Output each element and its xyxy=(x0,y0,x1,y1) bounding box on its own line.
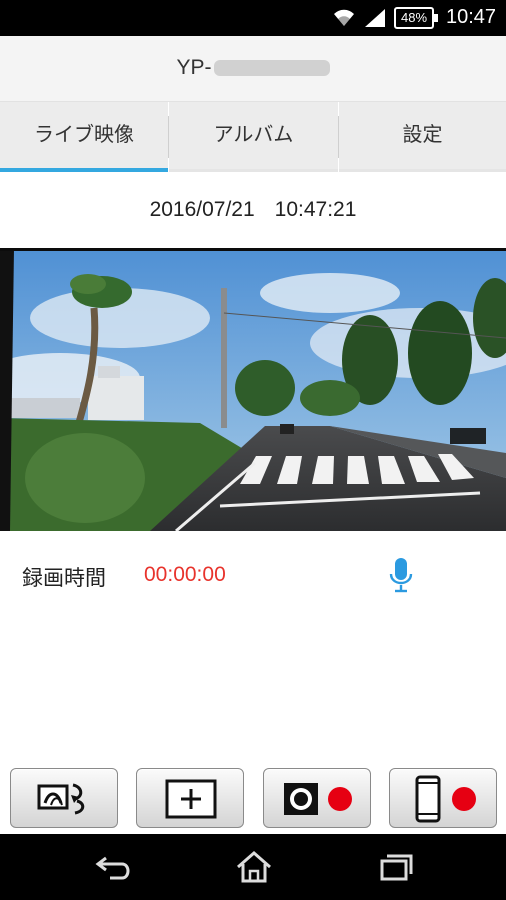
tab-live-video[interactable]: ライブ映像 xyxy=(0,102,168,172)
title-bar: YP- xyxy=(0,36,506,102)
camera-record-icon xyxy=(284,783,352,815)
camera-scene-image xyxy=(0,248,506,531)
wifi-icon xyxy=(334,9,354,27)
recent-apps-icon[interactable] xyxy=(376,850,416,884)
battery-level: 48% xyxy=(400,10,428,25)
switch-camera-button[interactable] xyxy=(10,768,118,828)
tab-settings[interactable]: 設定 xyxy=(338,102,506,172)
add-button[interactable] xyxy=(136,768,244,828)
back-icon[interactable] xyxy=(94,850,134,884)
current-time: 10:47:21 xyxy=(274,198,357,221)
status-bar: 48% 10:47 xyxy=(0,0,506,36)
device-prefix: YP- xyxy=(176,56,212,79)
battery-icon: 48% xyxy=(394,7,438,29)
recording-elapsed-time: 00:00:00 xyxy=(144,563,226,586)
tab-divider xyxy=(168,116,169,158)
microphone-icon[interactable] xyxy=(388,556,414,594)
add-icon xyxy=(165,779,217,819)
navigation-bar xyxy=(0,834,506,900)
tab-divider xyxy=(338,116,339,158)
live-video-feed[interactable] xyxy=(0,248,506,531)
camera-record-button[interactable] xyxy=(263,768,371,828)
signal-icon xyxy=(365,9,385,27)
tab-bar: ライブ映像 アルバム 設定 xyxy=(0,102,506,172)
status-clock: 10:47 xyxy=(446,6,497,28)
phone-record-button[interactable] xyxy=(389,768,497,828)
tab-album[interactable]: アルバム xyxy=(168,102,338,172)
phone-record-icon xyxy=(415,775,476,823)
current-date: 2016/07/21 xyxy=(149,198,255,221)
recording-time-label: 録画時間 xyxy=(22,566,106,590)
redacted-device-id xyxy=(213,60,330,77)
switch-camera-icon xyxy=(37,783,85,815)
current-datetime: 2016/07/21 10:47:21 xyxy=(0,198,506,222)
device-name: YP- xyxy=(0,56,506,80)
home-icon[interactable] xyxy=(234,850,274,884)
